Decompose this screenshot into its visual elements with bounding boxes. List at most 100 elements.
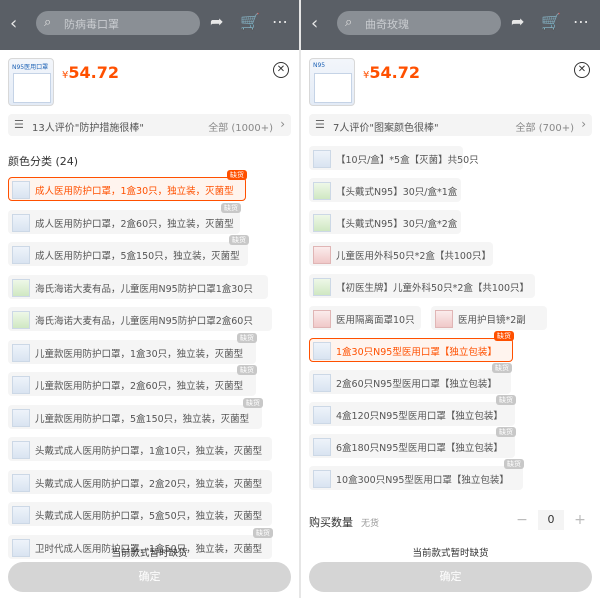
sku-option[interactable]: 头戴式成人医用防护口罩，5盒50只，独立装，灭菌型 [8, 502, 272, 526]
sku-option[interactable]: 成人医用防护口罩，1盒30只，独立装，灭菌型 缺货 [8, 170, 247, 201]
option-label: 儿童款医用防护口罩，1盒30只，独立装，灭菌型 [35, 348, 244, 360]
sku-option[interactable]: 6盒180只N95型医用口罩【独立包装】 缺货 [309, 427, 516, 458]
sku-option[interactable]: 儿童款医用防护口罩，5盒150只，独立装，灭菌型 缺货 [8, 397, 263, 429]
close-icon[interactable]: ✕ [574, 62, 590, 78]
option-label: 海氏海诺大麦有品，儿童医用N95防护口罩2盒60只 [35, 316, 253, 327]
option-label: 【头戴式N95】30只/盒*1盒 [336, 187, 458, 198]
option-label: 【10只/盒】*5盒【灭菌】共50只 [336, 155, 479, 166]
sku-sheet: N95医用口罩 ¥54.72 ✕ ☰ 13人评价"防护措施很棒" 全部 (100… [0, 50, 299, 598]
option-label: 2盒60只N95型医用口罩【独立包装】 [336, 379, 497, 390]
option-thumbnail-icon [12, 311, 30, 329]
option-label: 头戴式成人医用防护口罩，1盒10只，独立装，灭菌型 [35, 446, 263, 457]
sku-option[interactable]: 【头戴式N95】30只/盒*2盒 [309, 210, 461, 234]
share-icon[interactable]: ➦ [210, 12, 223, 31]
product-thumbnail[interactable]: N95 [309, 58, 355, 106]
sku-option[interactable]: 海氏海诺大麦有品，儿童医用N95防护口罩2盒60只 [8, 307, 272, 331]
option-label: 医用隔离面罩10只 [336, 315, 415, 326]
sku-option[interactable]: 医用隔离面罩10只 [309, 306, 421, 330]
option-thumbnail-icon [12, 376, 30, 394]
option-label: 头戴式成人医用防护口罩，5盒50只，独立装，灭菌型 [35, 511, 263, 522]
option-label: 头戴式成人医用防护口罩，2盒20只，独立装，灭菌型 [35, 478, 263, 490]
option-label: 成人医用防护口罩，2盒60只，独立装，灭菌型 [35, 218, 234, 230]
search-input[interactable]: ⌕ 曲奇玫瑰 [337, 11, 501, 35]
option-thumbnail-icon [12, 278, 30, 297]
option-thumbnail-icon [313, 342, 331, 360]
search-input[interactable]: ⌕ 防病毒口罩 [36, 11, 200, 35]
section-title: 颜色分类 (24) [8, 155, 79, 168]
sku-option[interactable]: 儿童款医用防护口罩，2盒60只，独立装，灭菌型 缺货 [8, 365, 257, 396]
out-of-stock-badge: 缺货 [496, 395, 516, 405]
option-label: 10盒300只N95型医用口罩【独立包装】 [336, 475, 509, 486]
product-thumbnail[interactable]: N95医用口罩 [8, 58, 54, 106]
sku-option[interactable]: 1盒30只N95型医用口罩【独立包装】 缺货 [309, 331, 514, 362]
sku-option[interactable]: 成人医用防护口罩，5盒150只，独立装，灭菌型 缺货 [8, 235, 249, 266]
right-screen: ‹ ⌕ 曲奇玫瑰 ➦ 🛒 ⋯ N95 ¥54.72 ✕ ☰ 7人评价"图案颜色很… [301, 0, 600, 598]
option-label: 1盒30只N95型医用口罩【独立包装】 [336, 347, 497, 358]
sku-option[interactable]: 儿童医用外科50只*2盒【共100只】 [309, 242, 493, 266]
option-thumbnail-icon [12, 441, 30, 459]
decrease-button[interactable]: − [512, 510, 532, 530]
out-of-stock-badge: 缺货 [227, 170, 247, 180]
sku-option[interactable]: 4盒120只N95型医用口罩【独立包装】 缺货 [309, 395, 516, 426]
out-of-stock-badge: 缺货 [253, 527, 273, 538]
back-arrow-icon[interactable]: ‹ [10, 13, 17, 34]
increase-button[interactable]: + [570, 510, 590, 530]
sku-option[interactable]: 成人医用防护口罩，2盒60只，独立装，灭菌型 缺货 [8, 202, 241, 234]
review-summary[interactable]: ☰ 13人评价"防护措施很棒" 全部 (1000+) › [8, 114, 291, 136]
share-icon[interactable]: ➦ [511, 12, 524, 31]
option-thumbnail-icon [12, 213, 30, 232]
option-thumbnail-icon [12, 343, 30, 362]
review-summary[interactable]: ☰ 7人评价"图案颜色很棒" 全部 (700+) › [309, 114, 592, 136]
option-thumbnail-icon [313, 374, 331, 392]
out-of-stock-badge: 缺货 [229, 235, 249, 245]
sku-option[interactable]: 海氏海诺大麦有品，儿童医用N95防护口罩1盒30只 [8, 274, 268, 299]
option-thumbnail-icon [12, 246, 30, 264]
option-thumbnail-icon [313, 470, 331, 488]
close-icon[interactable]: ✕ [273, 62, 289, 78]
sku-option[interactable]: 头戴式成人医用防护口罩，2盒20只，独立装，灭菌型 [8, 469, 272, 494]
option-thumbnail-icon [313, 150, 331, 168]
top-bar: ‹ ⌕ 曲奇玫瑰 ➦ 🛒 ⋯ [301, 0, 600, 50]
comment-icon: ☰ [315, 118, 325, 131]
stock-notice: 当前款式暂时缺货 [412, 548, 489, 559]
top-bar: ‹ ⌕ 防病毒口罩 ➦ 🛒 ⋯ [0, 0, 299, 50]
option-thumbnail-icon [313, 278, 331, 296]
chevron-right-icon: › [280, 117, 285, 131]
option-thumbnail-icon [313, 214, 331, 232]
option-thumbnail-icon [12, 181, 30, 199]
option-label: 医用护目镜*2副 [458, 315, 526, 326]
quantity-status: 无货 [361, 519, 380, 529]
quantity-stepper: − 0 + [512, 510, 590, 530]
option-thumbnail-icon [12, 473, 30, 492]
price: ¥54.72 [363, 63, 420, 82]
mask-package-icon [13, 73, 51, 103]
sku-option[interactable]: 【初医生牌】儿童外科50只*2盒【共100只】 [309, 274, 535, 298]
out-of-stock-badge: 缺货 [492, 363, 512, 373]
more-icon[interactable]: ⋯ [272, 12, 288, 31]
sku-option[interactable]: 10盒300只N95型医用口罩【独立包装】 缺货 [309, 459, 524, 490]
option-thumbnail-icon [313, 310, 331, 328]
cart-icon[interactable]: 🛒 [541, 12, 561, 31]
chevron-right-icon: › [581, 117, 586, 131]
sku-option[interactable]: 儿童款医用防护口罩，1盒30只，独立装，灭菌型 缺货 [8, 332, 257, 364]
back-arrow-icon[interactable]: ‹ [311, 13, 318, 34]
comment-icon: ☰ [14, 118, 24, 131]
option-label: 成人医用防护口罩，5盒150只，独立装，灭菌型 [35, 251, 240, 262]
search-icon: ⌕ [345, 15, 353, 30]
option-thumbnail-icon [313, 438, 331, 456]
sku-option[interactable]: 【10只/盒】*5盒【灭菌】共50只 [309, 146, 479, 170]
quantity-input[interactable]: 0 [538, 510, 564, 530]
cart-icon[interactable]: 🛒 [240, 12, 260, 31]
sku-option[interactable]: 【头戴式N95】30只/盒*1盒 [309, 178, 461, 202]
option-thumbnail-icon [12, 506, 30, 524]
more-icon[interactable]: ⋯ [573, 12, 589, 31]
sku-option[interactable]: 2盒60只N95型医用口罩【独立包装】 缺货 [309, 363, 512, 394]
confirm-button[interactable]: 确定 [309, 562, 592, 592]
option-thumbnail-icon [12, 408, 30, 427]
sku-option[interactable]: 头戴式成人医用防护口罩，1盒10只，独立装，灭菌型 [8, 437, 272, 461]
option-thumbnail-icon [435, 310, 453, 328]
option-label: 海氏海诺大麦有品，儿童医用N95防护口罩1盒30只 [35, 283, 253, 295]
sku-option[interactable]: 医用护目镜*2副 [431, 306, 547, 330]
confirm-button[interactable]: 确定 [8, 562, 291, 592]
out-of-stock-badge: 缺货 [496, 427, 516, 437]
